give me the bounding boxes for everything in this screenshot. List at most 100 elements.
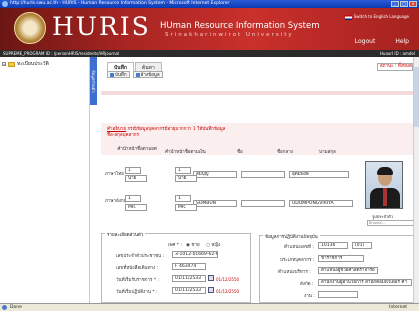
column-header-first-name: ชื่อ xyxy=(237,150,243,155)
window-title: http://hurls.swu.ac.th - HURIS - Human R… xyxy=(10,1,230,6)
eng-title-rank-code[interactable]: 1 xyxy=(125,195,141,202)
thai-row-label: ภาษาไทย xyxy=(105,172,124,177)
expand-icon[interactable]: + xyxy=(2,62,6,66)
personnel-type-label: ประเภทบุคลากร : xyxy=(280,258,315,263)
personal-details-legend: รายละเอียดส่วนตัว xyxy=(105,231,146,238)
user-id: Huaorl ID : amdel xyxy=(379,51,415,56)
save-label: บันทึก xyxy=(115,73,127,78)
gender-male-option[interactable]: ◉ ชาย xyxy=(186,241,200,248)
section-divider xyxy=(101,91,415,95)
program-bar: SUPREME_PROGRAM ID : /personHRIS/residen… xyxy=(0,50,419,57)
browser-statusbar: Done Internet xyxy=(0,303,419,311)
profile-photo xyxy=(365,161,403,209)
gender-label: เพศ * : xyxy=(168,243,182,248)
thai-last-name[interactable]: อุดมพงษ์ xyxy=(289,171,349,178)
language-switch-label: Switch to English Language xyxy=(353,14,409,19)
position-no-field[interactable]: 10136 xyxy=(318,242,348,249)
personnel-type-field[interactable]: ข้าราชการ xyxy=(318,255,364,262)
gender-male-label: ชาย xyxy=(191,243,200,248)
save-icon xyxy=(110,72,114,77)
start-date-field[interactable]: 01/11/2533 xyxy=(172,275,206,282)
admin-position-field[interactable]: ตำแหน่งผู้ช่วยศาสตราจารย์ xyxy=(318,267,378,274)
folder-icon xyxy=(8,61,15,67)
unit-label: งาน : xyxy=(304,294,315,299)
side-tab-personal[interactable]: ข้อมูลส่วนตัว xyxy=(90,57,97,105)
affiliation-label: สังกัด : xyxy=(300,282,314,287)
work-date-label: วันที่เริ่มปฏิบัติงาน * : xyxy=(116,290,158,295)
eng-middle-name[interactable] xyxy=(241,200,285,207)
personal-details-group: รายละเอียดส่วนตัว เพศ * : ◉ ชาย ○ หญิง เ… xyxy=(101,231,251,303)
notice-subtext: ชื่อ-สกุลบุคลากร xyxy=(107,133,139,138)
window-controls: _ □ x xyxy=(391,1,417,7)
scrollbar-thumb[interactable] xyxy=(414,67,419,127)
thai-middle-name[interactable] xyxy=(241,171,285,178)
national-id-label: เลขประจำตัวประชาชน : xyxy=(116,254,165,259)
header-nav: Logout Help xyxy=(355,38,409,45)
gender-female-option[interactable]: ○ หญิง xyxy=(206,241,220,248)
passport-label: เลขที่หนังสือเดินทาง : xyxy=(116,266,159,271)
save-button[interactable]: บันทึก xyxy=(107,71,130,78)
start-date-hint: 01/12/2550 xyxy=(216,277,240,282)
start-date-label: วันที่เริ่มรับราชการ * : xyxy=(116,278,160,283)
status-dropdown[interactable]: สถานะ : ทั้งหมด xyxy=(377,63,413,71)
thai-first-name[interactable]: สมบุญ xyxy=(193,171,237,178)
browser-titlebar: http://hurls.swu.ac.th - HURIS - Human R… xyxy=(0,0,419,8)
gender-female-label: หญิง xyxy=(211,243,221,248)
main-content: บันทึก ค้นหา บันทึก ล้างข้อมูล สถานะ : ท… xyxy=(97,57,419,303)
work-date-hint: 01/12/2550 xyxy=(216,289,240,294)
column-header-last-name: นามสกุล xyxy=(319,150,336,155)
clear-icon xyxy=(135,72,140,77)
thai-title-rank-code[interactable]: 1 xyxy=(125,167,141,174)
logout-link[interactable]: Logout xyxy=(355,38,376,45)
sidebar: + ทะเบียนประวัติ xyxy=(0,57,90,303)
help-link[interactable]: Help xyxy=(395,38,409,45)
thai-title-salary[interactable]: นาย xyxy=(175,175,197,182)
admin-position-label: ตำแหน่งบริหาร : xyxy=(278,270,311,275)
passport-field[interactable]: F 463474 xyxy=(172,263,206,270)
notice-text: กรณีข้อมูลบุคลากรมีอายุมากกว่า 1 ให้บันท… xyxy=(127,127,226,132)
eng-title-salary[interactable]: MR. xyxy=(175,204,197,211)
university-seal-logo xyxy=(14,12,46,44)
position-no-code[interactable]: (01) xyxy=(352,242,372,249)
thai-title-salary-code[interactable]: 1 xyxy=(175,167,191,174)
uk-flag-icon xyxy=(344,14,352,20)
current-employment-legend: ข้อมูลการปฏิบัติงานปัจจุบัน xyxy=(263,233,320,240)
tree-item-root[interactable]: + ทะเบียนประวัติ xyxy=(2,60,49,68)
eng-title-salary-code[interactable]: 1 xyxy=(175,195,191,202)
minimize-button[interactable]: _ xyxy=(391,1,399,7)
column-header-middle-name: ชื่อกลาง xyxy=(277,150,293,155)
national-id-field[interactable]: 3-1012-01669-62-6 xyxy=(172,251,218,258)
calendar-icon[interactable] xyxy=(208,275,214,281)
status-text: Done xyxy=(10,305,22,310)
maximize-button[interactable]: □ xyxy=(400,1,408,7)
unit-field[interactable] xyxy=(318,291,358,298)
work-date-field[interactable]: 01/11/2533 xyxy=(172,287,206,294)
close-button[interactable]: x xyxy=(409,1,417,7)
eng-title-rank[interactable]: MR. xyxy=(125,204,147,211)
eng-last-name[interactable]: UDOMPONGVIRIYA xyxy=(289,200,353,207)
tree-item-label: ทะเบียนประวัติ xyxy=(17,61,49,67)
affiliation-field[interactable]: สำนักงานผู้อำนวยการ สำนักคอมพิวเตอร์ คำ xyxy=(318,279,412,286)
photo-hair xyxy=(377,167,393,175)
internet-explorer-icon xyxy=(2,1,8,7)
language-switch[interactable]: Switch to English Language xyxy=(344,14,409,20)
system-name: HUman Resource Information System xyxy=(160,21,320,31)
column-header-title-salary: คำนำหน้าชื่อตามเงิน xyxy=(165,150,206,155)
brand-name: HURIS xyxy=(52,12,151,41)
photo-browse-button[interactable]: Browse... xyxy=(367,220,417,226)
toolbar: บันทึก ล้างข้อมูล xyxy=(107,71,163,78)
university-name: Srinakharinwirot University xyxy=(165,32,294,38)
photo-tie xyxy=(383,188,387,206)
clear-button[interactable]: ล้างข้อมูล xyxy=(132,71,163,78)
position-no-label: ตำแหน่งเลขที่ : xyxy=(284,245,314,250)
clear-label: ล้างข้อมูล xyxy=(140,73,160,78)
security-zone: Internet xyxy=(389,305,407,310)
app-header: HURIS HUman Resource Information System … xyxy=(0,8,419,50)
thai-title-rank[interactable]: นาย xyxy=(125,175,147,182)
vertical-scrollbar[interactable] xyxy=(413,57,419,303)
column-header-title-rank: คำนำหน้าชื่อตามยศ xyxy=(117,147,157,152)
photo-caption: รูปประจำตัว xyxy=(372,214,393,219)
calendar-icon[interactable] xyxy=(208,287,214,293)
current-employment-group: ข้อมูลการปฏิบัติงานปัจจุบัน ตำแหน่งเลขที… xyxy=(259,233,415,303)
eng-first-name[interactable]: SOMBUN xyxy=(193,200,237,207)
